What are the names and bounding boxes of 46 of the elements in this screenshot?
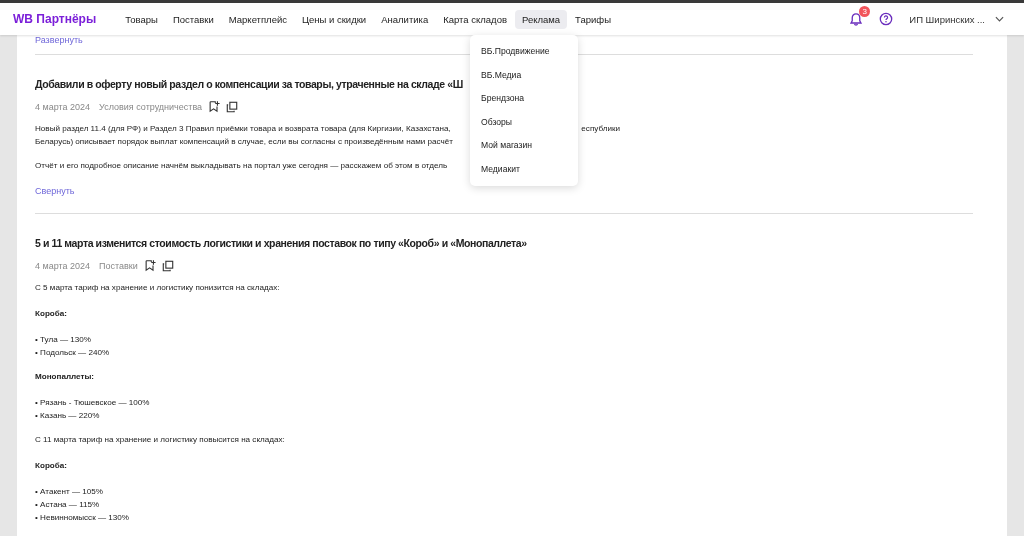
help-icon[interactable] [879, 12, 894, 26]
bookmark-plus-icon[interactable] [143, 259, 156, 272]
menu-item[interactable]: Брендзона [470, 87, 578, 111]
menu-item[interactable]: Обзоры [470, 110, 578, 134]
copy-icon[interactable] [161, 259, 174, 272]
article-date: 4 марта 2024 [35, 260, 91, 271]
logo[interactable]: WB Партнёры [13, 12, 97, 26]
section-heading: Короба: [35, 460, 67, 472]
nav-tab[interactable]: Поставки [165, 9, 221, 29]
body-text: Беларусь) описывает порядок выплат компенсаций в случае, если вы согласны с произведённым нами расчёт [35, 136, 453, 148]
body-text: еспублики [581, 123, 620, 135]
nav-tab[interactable]: Цены и скидки [295, 9, 374, 29]
list-item: • Казань — 220% [35, 410, 100, 422]
nav-tab[interactable]: Маркетплейс [221, 9, 294, 29]
list-item: • Рязань - Тюшевское — 100% [35, 397, 150, 409]
list-item: • Тула — 130% [35, 334, 91, 346]
nav-tab[interactable]: Реклама [515, 9, 568, 29]
collapse-link[interactable]: Свернуть [35, 186, 973, 196]
bookmark-plus-icon[interactable] [208, 100, 221, 113]
body-text: Новый раздел 11.4 (для РФ) и Раздел 3 Правил приёмки товара и возврата товара (для Киргизии, Казахстана, [35, 123, 451, 135]
bell-icon[interactable] [849, 11, 864, 27]
nav-tab[interactable]: Аналитика [374, 9, 436, 29]
notification-badge: 3 [859, 5, 871, 17]
menu-item[interactable]: Мой магазин [470, 134, 578, 158]
account-menu[interactable]: ИП Ширинских ... [909, 13, 985, 25]
article-category: Условия сотрудничества [99, 101, 203, 112]
menu-item[interactable]: Медиакит [470, 157, 578, 181]
article-category: Поставки [99, 260, 138, 271]
list-item: • Невинномысск — 130% [35, 512, 129, 524]
menu-item[interactable]: ВБ.Медиа [470, 63, 578, 87]
chevron-down-icon[interactable] [995, 16, 1004, 22]
article-date: 4 марта 2024 [35, 101, 91, 112]
body-text: С 5 марта тариф на хранение и логистику понизится на складах: [35, 282, 280, 294]
nav-tab[interactable]: Тарифы [568, 9, 618, 29]
body-text: Отчёт и его подробное описание начнём выкладывать на портал уже сегодня — расскажем об этом в отдель [35, 160, 448, 172]
nav-tab[interactable]: Карта складов [436, 9, 514, 29]
nav-tab[interactable]: Товары [118, 9, 165, 29]
copy-icon[interactable] [226, 100, 239, 113]
article-title: 5 и 11 марта изменится стоимость логистики и хранения поставок по типу «Короб» и «Монопаллета» [35, 237, 527, 249]
list-item: • Подольск — 240% [35, 347, 110, 359]
list-item: • Атакент — 105% [35, 486, 104, 498]
article-title: Добавили в оферту новый раздел о компенсации за товары, утраченные на складе «Ш [35, 78, 463, 90]
section-heading: Короба: [35, 308, 67, 320]
body-text: С 11 марта тариф на хранение и логистику повысится на складах: [35, 434, 285, 446]
section-heading: Монопаллеты: [35, 371, 95, 383]
list-item: • Астана — 115% [35, 499, 100, 511]
